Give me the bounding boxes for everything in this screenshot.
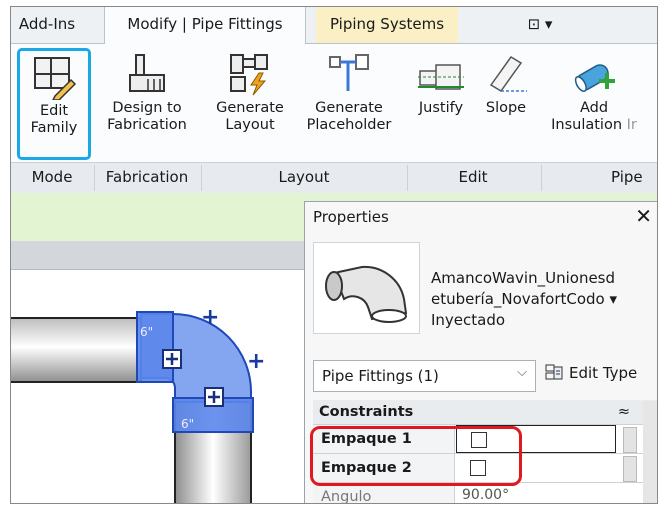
design-to-fabrication-label-1: Design to <box>112 100 182 116</box>
add-fitting-plus-icon[interactable]: + <box>201 305 219 330</box>
property-value[interactable]: 90.00° <box>456 483 616 503</box>
selection-filter-dropdown[interactable]: Pipe Fittings (1) ⌵ <box>313 360 536 392</box>
connector-grip-icon[interactable] <box>162 349 182 369</box>
type-name-line: etubería_NovafortCodo ▾ <box>431 289 656 310</box>
close-icon[interactable]: ✕ <box>635 204 652 228</box>
horizontal-pipe[interactable] <box>11 317 142 383</box>
add-insulation-label-2-text: Insulation <box>551 117 623 133</box>
panel-separator <box>541 165 542 191</box>
edit-type-icon <box>545 364 563 380</box>
connector-grip-icon[interactable] <box>204 387 224 407</box>
edit-family-label-1: Edit <box>39 103 69 119</box>
edit-family-icon <box>20 51 88 103</box>
panel-fabrication[interactable]: Fabrication <box>95 163 199 193</box>
generate-layout-button[interactable]: Generate Layout <box>205 48 295 134</box>
type-selector[interactable]: AmancoWavin_Unionesd etubería_NovafortCo… <box>431 268 656 331</box>
next-button-cut-label: Ir <box>626 117 637 133</box>
generate-layout-label-1: Generate <box>216 100 284 116</box>
add-insulation-label-1: Add <box>579 100 609 116</box>
property-name: Angulo <box>313 483 455 503</box>
ribbon-tab-bar: Add-Ins Modify | Pipe Fittings Piping Sy… <box>11 7 657 44</box>
design-to-fabrication-label-2: Fabrication <box>107 117 187 133</box>
properties-scrollbar[interactable] <box>643 401 657 503</box>
properties-palette: Properties ✕ AmancoWavin_Unionesd etuber… <box>304 201 657 503</box>
generate-placeholder-label-1: Generate <box>315 100 383 116</box>
edit-family-button[interactable]: Edit Family <box>17 48 91 160</box>
selection-filter-value: Pipe Fittings (1) <box>322 367 439 385</box>
type-dropdown-icon[interactable]: ▾ <box>610 290 618 308</box>
ribbon-panel-bar: Mode Fabrication Layout Edit Pipe <box>11 162 657 194</box>
type-name-line: Inyectado <box>431 311 506 329</box>
annotation-highlight-box <box>310 426 522 486</box>
properties-title: Properties <box>313 208 389 226</box>
add-insulation-button[interactable]: Add Insulation Ir <box>545 48 643 134</box>
constraints-section-header[interactable]: Constraints ≈ ▲ <box>313 400 657 425</box>
slope-button[interactable]: Slope <box>477 48 535 117</box>
add-fitting-plus-icon[interactable]: + <box>247 349 265 374</box>
size-label: 6" <box>181 417 194 431</box>
selected-pipe-fitting[interactable] <box>136 311 254 433</box>
slope-label: Slope <box>485 100 527 116</box>
add-insulation-icon <box>545 48 643 100</box>
type-name-text: etubería_NovafortCodo <box>431 290 605 308</box>
generate-layout-label-2: Layout <box>225 117 275 133</box>
type-name-line: AmancoWavin_Unionesd <box>431 269 616 287</box>
panel-pipe[interactable]: Pipe <box>611 163 657 193</box>
slope-icon <box>477 48 535 100</box>
justify-label: Justify <box>418 100 464 116</box>
tab-overflow-button[interactable]: ⊡ ▾ <box>516 7 564 43</box>
value-edit-handle[interactable] <box>623 456 637 482</box>
fabrication-icon <box>99 48 195 100</box>
elbow-fitting-icon <box>325 265 408 323</box>
edit-family-label-2: Family <box>30 120 78 136</box>
panel-edit[interactable]: Edit <box>407 163 539 193</box>
collapse-icon[interactable]: ≈ <box>618 400 630 424</box>
generate-layout-icon <box>205 48 295 100</box>
generate-placeholder-icon <box>297 48 401 100</box>
generate-placeholder-label-2: Placeholder <box>306 117 392 133</box>
property-row-angulo: Angulo 90.00° <box>313 483 657 503</box>
panel-mode[interactable]: Mode <box>11 163 93 193</box>
tab-piping-systems[interactable]: Piping Systems <box>316 7 458 43</box>
justify-button[interactable]: Justify <box>409 48 473 117</box>
tab-add-ins[interactable]: Add-Ins <box>11 7 83 43</box>
revit-window: Add-Ins Modify | Pipe Fittings Piping Sy… <box>10 6 658 504</box>
tab-modify-pipe-fittings[interactable]: Modify | Pipe Fittings <box>104 7 306 44</box>
pipe-drawing: 6" 6" + + <box>11 305 265 503</box>
chevron-down-icon: ⌵ <box>517 365 527 380</box>
edit-type-button[interactable]: Edit Type <box>545 364 637 382</box>
size-label: 6" <box>140 325 153 339</box>
angulo-value: 90.00° <box>462 487 510 503</box>
justify-icon <box>409 48 473 100</box>
add-insulation-label-2: Insulation Ir <box>545 117 643 134</box>
type-thumbnail <box>313 242 420 334</box>
section-title: Constraints <box>319 404 414 420</box>
generate-placeholder-button[interactable]: Generate Placeholder <box>297 48 401 134</box>
ribbon-body: Edit Family Design to Fabrication Genera… <box>11 44 657 162</box>
value-edit-handle[interactable] <box>623 427 637 453</box>
panel-layout[interactable]: Layout <box>201 163 407 193</box>
design-to-fabrication-button[interactable]: Design to Fabrication <box>99 48 195 134</box>
edit-type-label: Edit Type <box>569 364 638 382</box>
